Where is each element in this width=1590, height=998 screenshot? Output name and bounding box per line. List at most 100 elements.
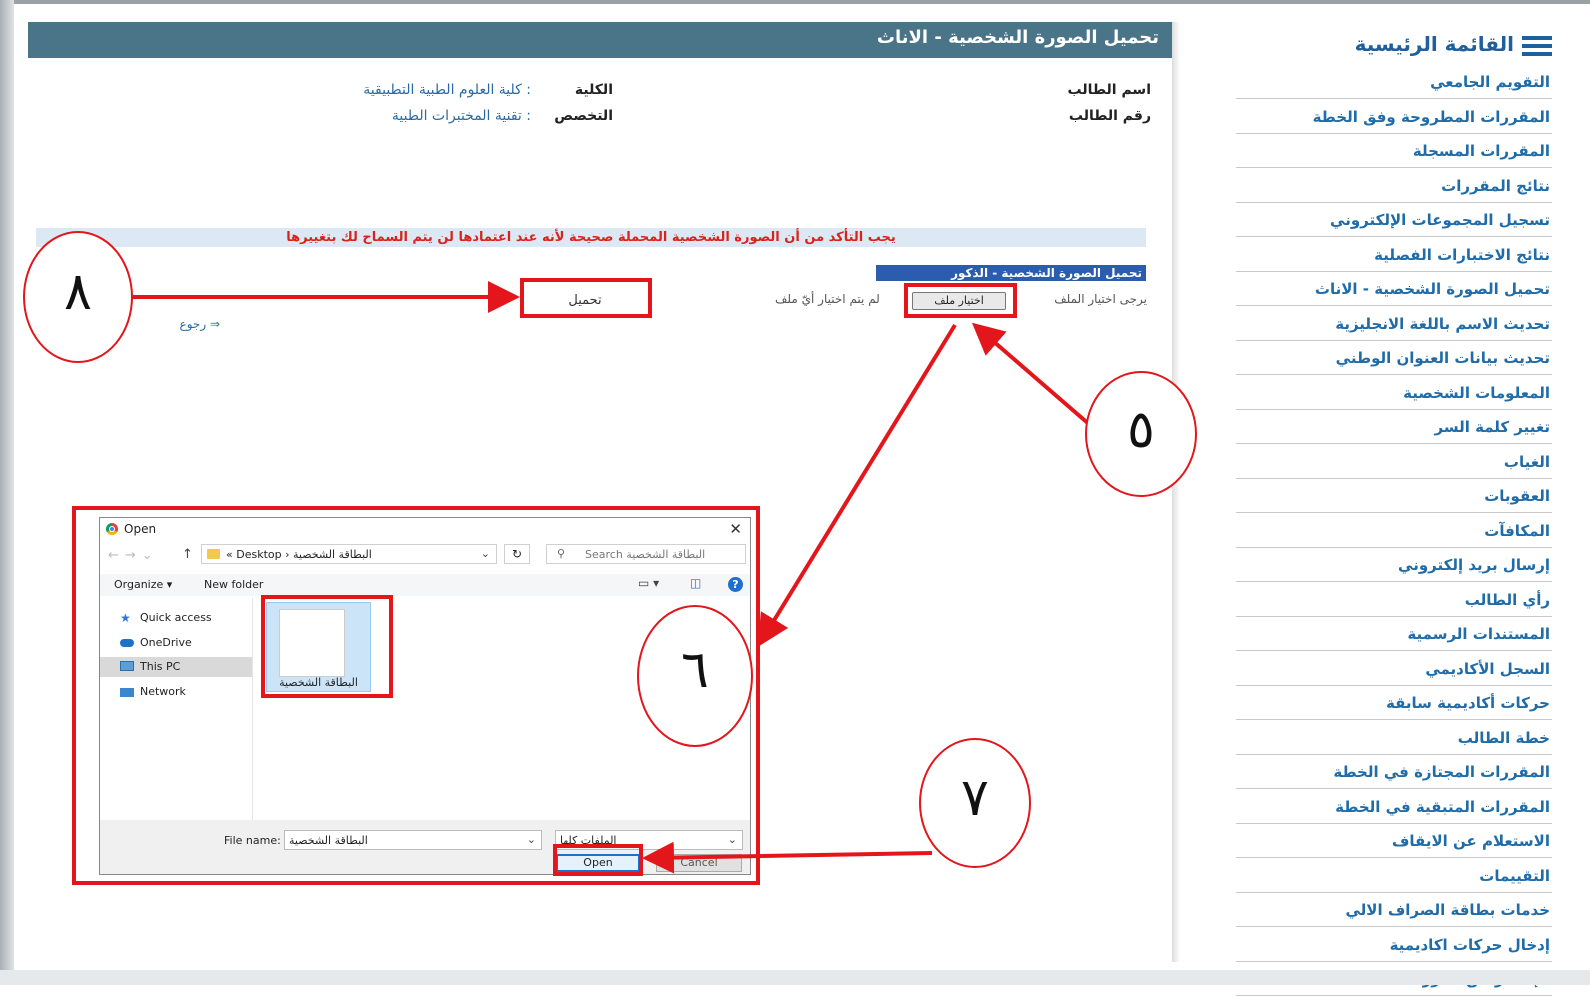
sidebar-title: القائمة الرئيسية bbox=[1236, 28, 1552, 60]
page-header: تحميل الصورة الشخصية - الاناث bbox=[28, 22, 1173, 58]
file-item-name: البطاقة الشخصية bbox=[279, 676, 358, 689]
college-value: : كلية العلوم الطبية التطبيقية bbox=[363, 82, 531, 98]
nav-item-quick-access[interactable]: ★ Quick access bbox=[100, 608, 252, 628]
open-file-dialog: Open ✕ ←→⌄ ↑ « Desktop › البطاقة الشخصية… bbox=[99, 517, 751, 875]
back-link-label: رجوع bbox=[179, 317, 207, 331]
sidebar-item-registered-courses[interactable]: المقررات المسجلة bbox=[1236, 135, 1552, 168]
sidebar-item-official-documents[interactable]: المستندات الرسمية bbox=[1236, 618, 1552, 651]
nav-item-label: This PC bbox=[140, 660, 181, 673]
address-path: « Desktop › البطاقة الشخصية bbox=[226, 548, 372, 561]
star-icon: ★ bbox=[120, 611, 131, 625]
search-icon: ⚲ bbox=[557, 547, 566, 560]
search-input[interactable]: ⚲ Search البطاقة الشخصية bbox=[546, 544, 746, 564]
sidebar-item-course-results[interactable]: نتائج المقررات bbox=[1236, 170, 1552, 203]
sidebar-title-label: القائمة الرئيسية bbox=[1354, 32, 1514, 56]
chevron-down-icon: ⌄ bbox=[727, 833, 737, 846]
help-icon[interactable]: ? bbox=[728, 577, 743, 592]
file-list: البطاقة الشخصية bbox=[256, 598, 748, 820]
computer-icon bbox=[120, 661, 134, 671]
refresh-icon: ↻ bbox=[511, 547, 523, 561]
sidebar-item-english-name[interactable]: تحديث الاسم باللغة الانجليزية bbox=[1236, 308, 1552, 341]
warning-notice: يجب التأكد من أن الصورة الشخصية المحملة … bbox=[36, 228, 1146, 247]
nav-item-label: Quick access bbox=[140, 611, 212, 624]
sidebar-item-group-registration[interactable]: تسجيل المجموعات الإلكتروني bbox=[1236, 204, 1552, 237]
folder-icon bbox=[207, 549, 220, 559]
sidebar-item-penalties[interactable]: العقوبات bbox=[1236, 480, 1552, 513]
panel-divider bbox=[1172, 22, 1180, 962]
sidebar-item-send-email[interactable]: إرسال بريد إلكتروني bbox=[1236, 549, 1552, 582]
organize-button[interactable]: Organize ▾ bbox=[114, 578, 172, 591]
sidebar-item-study-plan[interactable]: خطة الطالب bbox=[1236, 722, 1552, 755]
college-label: الكلية bbox=[574, 82, 613, 98]
refresh-button[interactable]: ↻ bbox=[504, 544, 530, 564]
sidebar-item-passed-courses[interactable]: المقررات المجتازة في الخطة bbox=[1236, 756, 1552, 789]
sidebar-item-offered-courses[interactable]: المقررات المطروحة وفق الخطة bbox=[1236, 101, 1552, 134]
cancel-button[interactable]: Cancel bbox=[656, 854, 742, 872]
no-file-text: لم يتم اختيار أيّ ملف bbox=[775, 292, 880, 306]
sidebar-item-photo-upload[interactable]: تحميل الصورة الشخصية - الاناث bbox=[1236, 273, 1552, 306]
sidebar-item-academic-record[interactable]: السجل الأكاديمي bbox=[1236, 653, 1552, 686]
sidebar-item-suspension-inquiry[interactable]: الاستعلام عن الايقاف bbox=[1236, 825, 1552, 858]
sidebar-item-personal-info[interactable]: المعلومات الشخصية bbox=[1236, 377, 1552, 410]
major-value: : تقنية المختبرات الطبية bbox=[391, 108, 531, 124]
dialog-titlebar: Open ✕ bbox=[106, 520, 746, 538]
sidebar: القائمة الرئيسية التقويم الجامعي المقررا… bbox=[1236, 22, 1552, 996]
dialog-toolbar: Organize ▾ New folder ▭ ▾ ◫ ? bbox=[100, 574, 750, 596]
sidebar-item-student-opinion[interactable]: رأي الطالب bbox=[1236, 584, 1552, 617]
file-input-label: يرجى اختيار الملف bbox=[1054, 292, 1147, 306]
step-7-number: ٧ bbox=[961, 768, 989, 828]
sidebar-item-remaining-courses[interactable]: المقررات المتبقية في الخطة bbox=[1236, 791, 1552, 824]
dialog-title: Open bbox=[124, 522, 157, 536]
sidebar-item-absence[interactable]: الغياب bbox=[1236, 446, 1552, 479]
sidebar-item-previous-actions[interactable]: حركات أكاديمية سابقة bbox=[1236, 687, 1552, 720]
sidebar-item-change-password[interactable]: تغيير كلمة السر bbox=[1236, 411, 1552, 444]
student-name-label: اسم الطالب bbox=[1067, 82, 1151, 98]
sidebar-item-evaluations[interactable]: التقييمات bbox=[1236, 860, 1552, 893]
menu-icon[interactable] bbox=[1522, 35, 1552, 57]
back-link[interactable]: ⇒ رجوع bbox=[150, 317, 220, 335]
cloud-icon bbox=[120, 639, 134, 647]
address-bar[interactable]: « Desktop › البطاقة الشخصية ⌄ bbox=[201, 544, 497, 564]
sidebar-item-exam-results[interactable]: نتائج الاختبارات الفصلية bbox=[1236, 239, 1552, 272]
sidebar-menu: التقويم الجامعي المقررات المطروحة وفق ال… bbox=[1236, 66, 1552, 998]
close-icon[interactable]: ✕ bbox=[729, 520, 742, 538]
nav-item-label: OneDrive bbox=[140, 636, 192, 649]
file-type-value: الملفات كلها bbox=[560, 834, 617, 847]
sidebar-item-calendar[interactable]: التقويم الجامعي bbox=[1236, 66, 1552, 99]
chrome-icon bbox=[106, 523, 118, 535]
window-left-edge bbox=[0, 0, 14, 985]
file-item[interactable]: البطاقة الشخصية bbox=[266, 602, 371, 692]
back-arrow-icon: ⇒ bbox=[206, 317, 220, 331]
page-title: تحميل الصورة الشخصية - الاناث bbox=[876, 27, 1159, 48]
preview-pane-icon[interactable]: ◫ bbox=[690, 576, 701, 590]
chevron-down-icon[interactable]: ⌄ bbox=[527, 833, 536, 846]
nav-item-network[interactable]: Network bbox=[100, 682, 252, 702]
step-5-number: ٥ bbox=[1127, 400, 1155, 460]
new-folder-button[interactable]: New folder bbox=[204, 578, 263, 591]
file-name-value: البطاقة الشخصية bbox=[289, 834, 368, 847]
sidebar-item-national-address[interactable]: تحديث بيانات العنوان الوطني bbox=[1236, 342, 1552, 375]
window-bottom-edge bbox=[0, 970, 1590, 985]
sidebar-item-atm-card[interactable]: خدمات بطاقة الصراف الالي bbox=[1236, 894, 1552, 927]
file-name-input[interactable]: البطاقة الشخصية ⌄ bbox=[284, 830, 542, 850]
nav-item-this-pc[interactable]: This PC bbox=[100, 657, 252, 677]
open-button[interactable]: Open bbox=[556, 854, 640, 872]
dialog-footer: File name: البطاقة الشخصية ⌄ الملفات كله… bbox=[100, 820, 750, 874]
search-placeholder: Search البطاقة الشخصية bbox=[585, 548, 706, 561]
view-options-icon[interactable]: ▭ ▾ bbox=[638, 576, 659, 590]
back-forward-icon[interactable]: ←→⌄ bbox=[108, 548, 159, 563]
step-8-number: ٨ bbox=[64, 262, 92, 322]
file-icon bbox=[279, 609, 345, 677]
file-type-select[interactable]: الملفات كلها ⌄ bbox=[555, 830, 743, 850]
upload-button[interactable]: تحميل bbox=[530, 290, 640, 312]
sidebar-item-enter-actions[interactable]: إدخال حركات اكاديمية bbox=[1236, 929, 1552, 962]
sidebar-item-rewards[interactable]: المكافآت bbox=[1236, 515, 1552, 548]
chevron-down-icon[interactable]: ⌄ bbox=[481, 547, 490, 560]
navigation-pane: ★ Quick access OneDrive This PC Network bbox=[100, 598, 253, 820]
nav-item-onedrive[interactable]: OneDrive bbox=[100, 633, 252, 653]
window-top-edge bbox=[0, 0, 1590, 4]
step-6-number: ٦ bbox=[681, 640, 709, 700]
choose-file-button[interactable]: اختيار ملف bbox=[912, 292, 1006, 310]
nav-item-label: Network bbox=[140, 685, 186, 698]
up-arrow-icon[interactable]: ↑ bbox=[182, 547, 193, 562]
